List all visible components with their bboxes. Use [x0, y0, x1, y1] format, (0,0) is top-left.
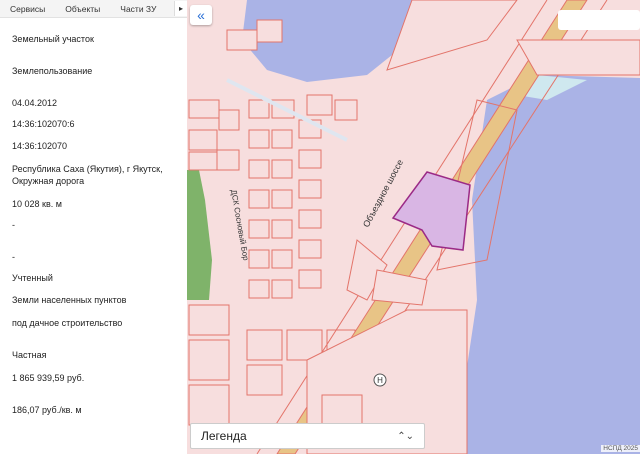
- tabs-scroll-right-icon[interactable]: ▸: [174, 1, 187, 16]
- cadastral-quarter: 14:36:102070: [12, 141, 68, 151]
- tab-objects[interactable]: Объекты: [55, 4, 110, 14]
- tab-parcel-parts[interactable]: Части ЗУ: [110, 4, 166, 14]
- parcel-area: 10 028 кв. м: [12, 199, 62, 209]
- poi-label: Н: [377, 376, 383, 385]
- cadastral-value: 1 865 939,59 руб.: [12, 373, 85, 383]
- address-line-2: Окружная дорога: [12, 176, 85, 186]
- cadastral-number: 14:36:102070:6: [12, 119, 75, 129]
- empty-value-2: -: [12, 252, 15, 262]
- ownership-form: Частная: [12, 350, 47, 360]
- price-per-square-meter: 186,07 руб./кв. м: [12, 405, 82, 415]
- empty-value-1: -: [12, 220, 15, 230]
- collapse-panel-icon[interactable]: «: [190, 5, 212, 25]
- permitted-use: под дачное строительство: [12, 318, 123, 328]
- selected-parcel: [391, 171, 471, 251]
- parcel-status: Учтенный: [12, 273, 53, 283]
- map-credit: НСПД 2025: [601, 445, 640, 452]
- legend-dropdown[interactable]: Легенда ⌃⌄: [190, 423, 425, 449]
- parcel-info-panel: Земельный участок Землепользование 04.04…: [0, 18, 187, 454]
- parcel-date: 04.04.2012: [12, 98, 58, 108]
- tab-services[interactable]: Сервисы: [0, 4, 55, 14]
- parcel-type: Земельный участок: [12, 34, 94, 44]
- street-label-dsk: ДСК Сосновый Бор: [229, 189, 250, 262]
- legend-label: Легенда: [201, 429, 247, 443]
- cadastral-map[interactable]: Н Объездное шоссе ДСК Сосновый Бор: [187, 0, 640, 454]
- land-category: Земли населенных пунктов: [12, 295, 127, 305]
- forest-strip: [187, 170, 212, 300]
- tabs-bar: Сервисы Объекты Части ЗУ Состав ▸: [0, 0, 187, 18]
- map-search-box[interactable]: [558, 10, 640, 30]
- parcel-category: Землепользование: [12, 66, 93, 76]
- chevron-updown-icon: ⌃⌄: [397, 430, 414, 442]
- map-canvas[interactable]: Н Объездное шоссе ДСК Сосновый Бор: [187, 0, 640, 454]
- address-line-1: Республика Саха (Якутия), г Якутск,: [12, 164, 163, 174]
